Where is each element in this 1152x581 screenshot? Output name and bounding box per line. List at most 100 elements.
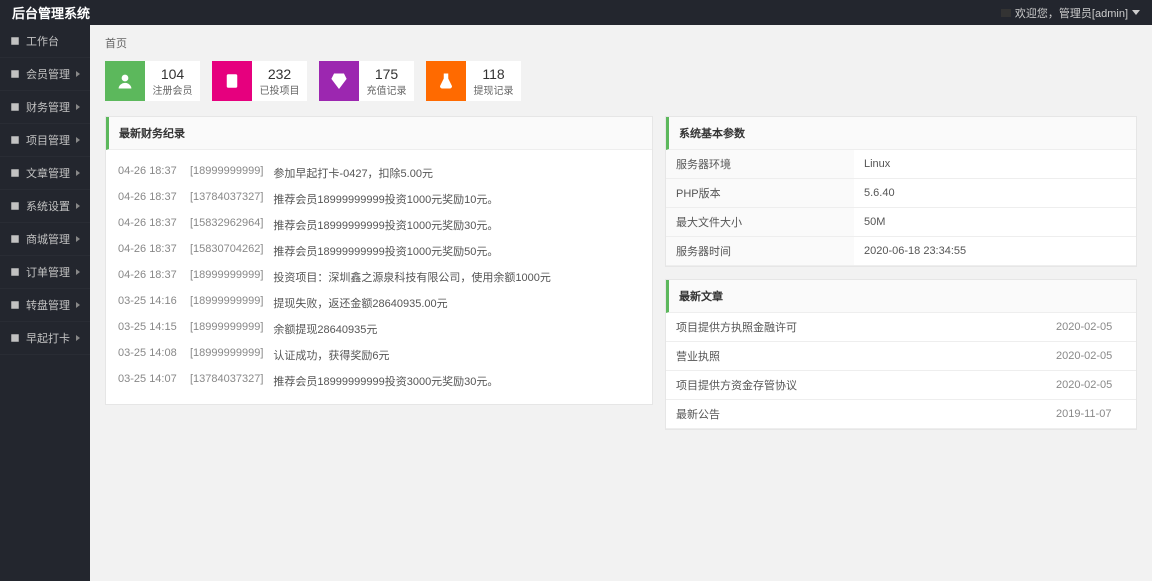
articles-panel-title: 最新文章 xyxy=(666,280,1136,313)
menu-icon xyxy=(10,102,20,112)
finance-row: 04-26 18:37[18999999999]投资项目：深圳鑫之源泉科技有限公… xyxy=(118,264,640,290)
flask-icon xyxy=(426,61,466,101)
sidebar-item-0[interactable]: 工作台 xyxy=(0,25,90,58)
stat-card-1[interactable]: 232已投项目 xyxy=(212,61,307,101)
sidebar-item-4[interactable]: 文章管理 xyxy=(0,157,90,190)
app-title: 后台管理系统 xyxy=(12,3,90,22)
menu-icon xyxy=(10,201,20,211)
article-title[interactable]: 营业执照 xyxy=(666,342,1046,371)
finance-phone: [13784037327] xyxy=(190,191,263,207)
stat-card-2[interactable]: 175充值记录 xyxy=(319,61,414,101)
stat-number: 118 xyxy=(482,66,504,82)
chevron-right-icon xyxy=(76,203,80,209)
sidebar-item-5[interactable]: 系统设置 xyxy=(0,190,90,223)
stat-label: 注册会员 xyxy=(153,82,193,97)
stat-number: 232 xyxy=(268,66,291,82)
sidebar-item-label: 早起打卡 xyxy=(26,330,70,346)
param-key: 服务器环境 xyxy=(666,150,854,179)
table-row: 项目提供方资金存管协议2020-02-05 xyxy=(666,371,1136,400)
param-key: 服务器时间 xyxy=(666,237,854,266)
finance-row: 03-25 14:07 [13784037327] 推荐会员18999999999投… xyxy=(118,368,640,394)
param-value: 50M xyxy=(854,208,1136,237)
article-date: 2020-02-05 xyxy=(1046,313,1136,342)
finance-phone: [18999999999] xyxy=(190,165,263,181)
finance-phone: [18999999999] xyxy=(190,321,263,337)
article-title[interactable]: 最新公告 xyxy=(666,400,1046,429)
finance-text: 参加早起打卡-0427，扣除5.00元 xyxy=(273,165,433,181)
table-row: PHP版本5.6.40 xyxy=(666,179,1136,208)
sidebar-item-3[interactable]: 项目管理 xyxy=(0,124,90,157)
diamond-icon xyxy=(319,61,359,101)
user-menu[interactable]: 欢迎您，管理员[admin] xyxy=(1001,5,1140,21)
stat-card-3[interactable]: 118提现记录 xyxy=(426,61,521,101)
table-row: 服务器环境Linux xyxy=(666,150,1136,179)
param-value: 5.6.40 xyxy=(854,179,1136,208)
menu-icon xyxy=(10,69,20,79)
table-row: 最新公告2019-11-07 xyxy=(666,400,1136,429)
flag-icon xyxy=(1001,9,1011,17)
menu-icon xyxy=(10,234,20,244)
finance-panel-title: 最新财务纪录 xyxy=(106,117,652,150)
stat-card-0[interactable]: 104注册会员 xyxy=(105,61,200,101)
finance-phone: [15832962964] xyxy=(190,217,263,233)
chevron-right-icon xyxy=(76,335,80,341)
chevron-right-icon xyxy=(76,104,80,110)
menu-icon xyxy=(10,300,20,310)
sidebar-item-6[interactable]: 商城管理 xyxy=(0,223,90,256)
article-title[interactable]: 项目提供方资金存管协议 xyxy=(666,371,1046,400)
stat-number: 175 xyxy=(375,66,398,82)
top-header: 后台管理系统 欢迎您，管理员[admin] xyxy=(0,0,1152,25)
finance-row: 03-25 14:15[18999999999]余额提现28640935元 xyxy=(118,316,640,342)
sidebar-item-9[interactable]: 早起打卡 xyxy=(0,322,90,355)
chevron-right-icon xyxy=(76,269,80,275)
stats-row: 104注册会员 232已投项目 175充值记录 118提现记录 xyxy=(90,61,1152,116)
breadcrumb: 首页 xyxy=(90,25,1152,61)
finance-row: 04-26 18:37[15830704262]推荐会员18999999999投… xyxy=(118,238,640,264)
sidebar-item-7[interactable]: 订单管理 xyxy=(0,256,90,289)
finance-phone: [18999999999] xyxy=(190,295,263,311)
sidebar-item-label: 工作台 xyxy=(26,33,59,49)
clipboard-icon xyxy=(212,61,252,101)
stat-label: 提现记录 xyxy=(474,82,514,97)
chevron-right-icon xyxy=(76,71,80,77)
finance-text: 推荐会员18999999999投资3000元奖励30元。 xyxy=(273,373,498,389)
sidebar-item-8[interactable]: 转盘管理 xyxy=(0,289,90,322)
stat-label: 充值记录 xyxy=(367,82,407,97)
article-title[interactable]: 项目提供方执照金融许可 xyxy=(666,313,1046,342)
chevron-down-icon xyxy=(1132,10,1140,15)
params-panel: 系统基本参数 服务器环境LinuxPHP版本5.6.40最大文件大小50M服务器… xyxy=(665,116,1137,267)
stat-number: 104 xyxy=(161,66,184,82)
finance-text: 推荐会员18999999999投资1000元奖励30元。 xyxy=(273,217,498,233)
chevron-right-icon xyxy=(76,302,80,308)
user-icon xyxy=(105,61,145,101)
finance-phone: [13784037327] xyxy=(190,373,263,389)
finance-phone: [18999999999] xyxy=(190,269,263,285)
sidebar-item-label: 财务管理 xyxy=(26,99,70,115)
sidebar: 工作台会员管理财务管理项目管理文章管理系统设置商城管理订单管理转盘管理早起打卡 xyxy=(0,25,90,581)
stat-label: 已投项目 xyxy=(260,82,300,97)
breadcrumb-home[interactable]: 首页 xyxy=(105,38,127,50)
finance-timestamp: 03-25 14:16 xyxy=(118,295,180,311)
finance-panel: 最新财务纪录 04-26 18:37[18999999999]参加早起打卡-04… xyxy=(105,116,653,405)
menu-icon xyxy=(10,267,20,277)
main-content: 首页 104注册会员 232已投项目 175充值记录 118提现记录 最新财务纪录 0… xyxy=(90,25,1152,581)
chevron-right-icon xyxy=(76,137,80,143)
finance-row: 04-26 18:37[15832962964]推荐会员18999999999投… xyxy=(118,212,640,238)
table-row: 最大文件大小50M xyxy=(666,208,1136,237)
chevron-right-icon xyxy=(76,236,80,242)
sidebar-item-label: 项目管理 xyxy=(26,132,70,148)
finance-timestamp: 03-25 14:07 xyxy=(118,373,180,389)
menu-icon xyxy=(10,135,20,145)
finance-text: 推荐会员18999999999投资1000元奖励50元。 xyxy=(273,243,498,259)
chevron-right-icon xyxy=(76,170,80,176)
param-key: PHP版本 xyxy=(666,179,854,208)
finance-timestamp: 03-25 14:08 xyxy=(118,347,180,363)
table-row: 服务器时间2020-06-18 23:34:55 xyxy=(666,237,1136,266)
sidebar-item-1[interactable]: 会员管理 xyxy=(0,58,90,91)
finance-phone: [15830704262] xyxy=(190,243,263,259)
articles-panel: 最新文章 项目提供方执照金融许可2020-02-05营业执照2020-02-05… xyxy=(665,279,1137,430)
sidebar-item-2[interactable]: 财务管理 xyxy=(0,91,90,124)
param-value: 2020-06-18 23:34:55 xyxy=(854,237,1136,266)
finance-text: 认证成功，获得奖励6元 xyxy=(273,347,389,363)
sidebar-item-label: 文章管理 xyxy=(26,165,70,181)
